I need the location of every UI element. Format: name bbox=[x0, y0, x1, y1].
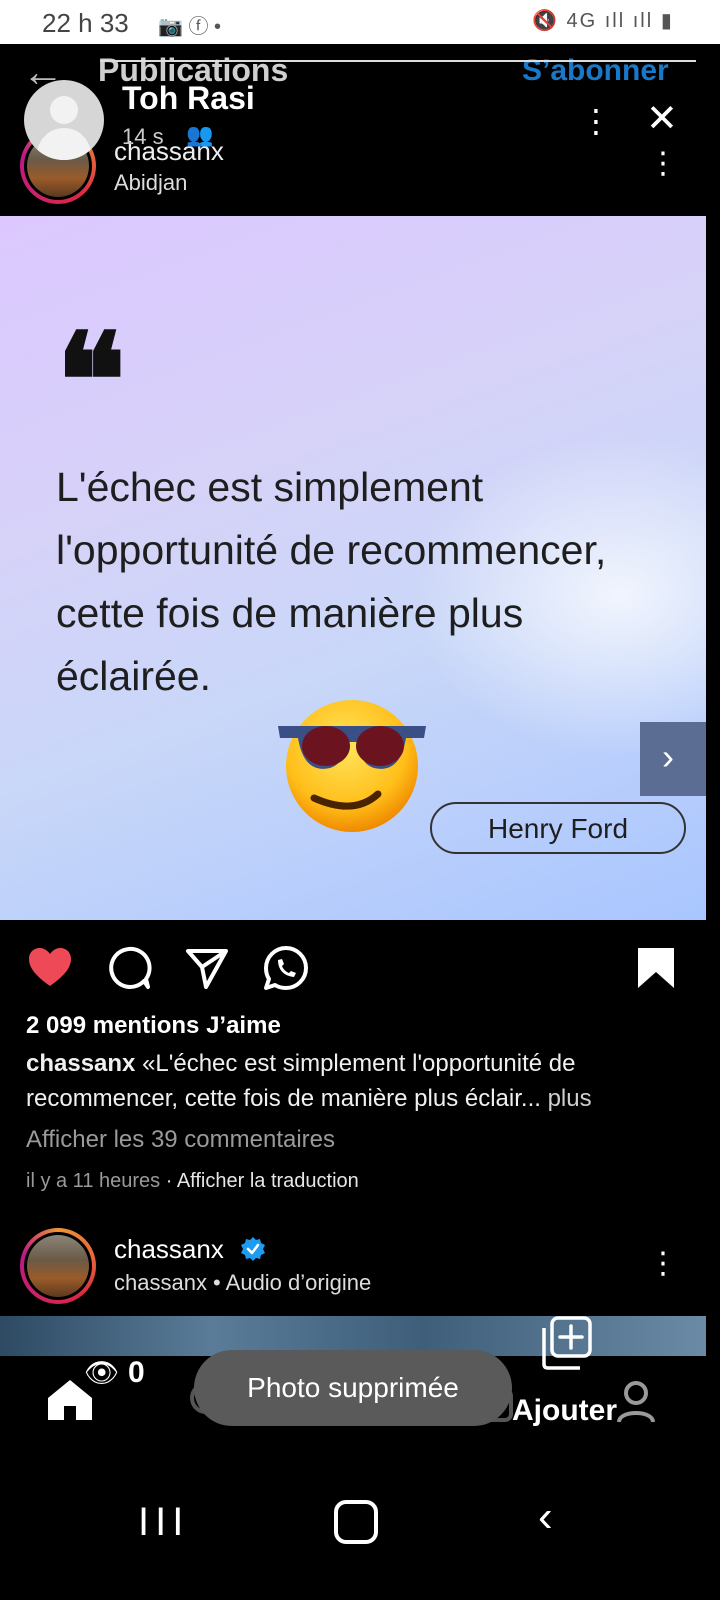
whatsapp-icon[interactable] bbox=[262, 944, 310, 992]
status-notification-icons: 📷 ⓕ • bbox=[158, 16, 222, 38]
add-status-icon[interactable] bbox=[540, 1316, 594, 1370]
close-icon[interactable]: ✕ bbox=[646, 96, 678, 141]
verified-badge-icon bbox=[241, 1237, 265, 1261]
status-system-icons: 🔇 4G ıll ıll ▮ bbox=[532, 10, 674, 32]
add-status-label[interactable]: Ajouter bbox=[512, 1394, 617, 1428]
caption-more-link[interactable]: plus bbox=[541, 1085, 592, 1112]
viewer-avatar bbox=[24, 80, 104, 160]
heart-icon[interactable] bbox=[26, 944, 74, 992]
author-name: Henry Ford bbox=[487, 813, 629, 844]
caption-username[interactable]: chassanx bbox=[26, 1050, 135, 1077]
comment-icon[interactable] bbox=[106, 944, 152, 992]
group-icon: 👥 bbox=[186, 122, 214, 147]
post-meta: il y a 11 heures · Afficher la traductio… bbox=[26, 1170, 359, 1193]
home-button[interactable] bbox=[334, 1500, 378, 1544]
next-post-more-icon[interactable]: ⋮ bbox=[648, 1246, 678, 1281]
viewer-time: 14 s bbox=[122, 124, 164, 149]
status-bar: 22 h 33 📷 ⓕ • 🔇 4G ıll ıll ▮ bbox=[0, 0, 720, 44]
recent-apps-button[interactable]: III bbox=[138, 1500, 189, 1545]
likes-count[interactable]: 2 099 mentions J’aime bbox=[26, 1012, 281, 1040]
toast-text: Photo supprimée bbox=[247, 1372, 459, 1403]
post-location[interactable]: Abidjan bbox=[114, 170, 187, 196]
post-time: il y a 11 heures bbox=[26, 1170, 161, 1192]
translate-link[interactable]: · Afficher la traduction bbox=[160, 1170, 359, 1192]
viewer-more-icon[interactable]: ⋮ bbox=[580, 102, 612, 140]
post-caption: chassanx «L'échec est simplement l'oppor… bbox=[26, 1046, 696, 1116]
quote-mark-icon: ❝ bbox=[56, 304, 126, 457]
next-slide-button[interactable]: › bbox=[640, 722, 706, 796]
status-time: 22 h 33 bbox=[42, 8, 129, 38]
next-post-audio[interactable]: chassanx • Audio d’origine bbox=[114, 1270, 371, 1296]
chevron-right-icon: › bbox=[662, 736, 674, 777]
back-button[interactable]: ‹ bbox=[538, 1492, 553, 1542]
send-icon[interactable] bbox=[184, 944, 230, 992]
profile-icon[interactable] bbox=[616, 1380, 656, 1424]
post-more-icon[interactable]: ⋮ bbox=[648, 146, 678, 181]
next-post-avatar[interactable] bbox=[20, 1228, 96, 1304]
author-badge: Henry Ford bbox=[430, 802, 686, 854]
views-count[interactable]: 0 bbox=[128, 1356, 145, 1390]
next-post-username[interactable]: chassanx bbox=[114, 1234, 224, 1265]
bookmark-icon[interactable] bbox=[636, 944, 676, 992]
quote-text: L'échec est simplement l'opportunité de … bbox=[56, 464, 607, 699]
toast-message: Photo supprimée bbox=[194, 1350, 512, 1426]
status-progress-bar bbox=[100, 60, 696, 62]
eye-icon[interactable]: 👁 bbox=[84, 1356, 120, 1389]
view-comments-link[interactable]: Afficher les 39 commentaires bbox=[26, 1126, 335, 1154]
sunglasses-emoji-icon bbox=[278, 700, 426, 832]
viewer-name: Toh Rasi bbox=[122, 80, 255, 116]
